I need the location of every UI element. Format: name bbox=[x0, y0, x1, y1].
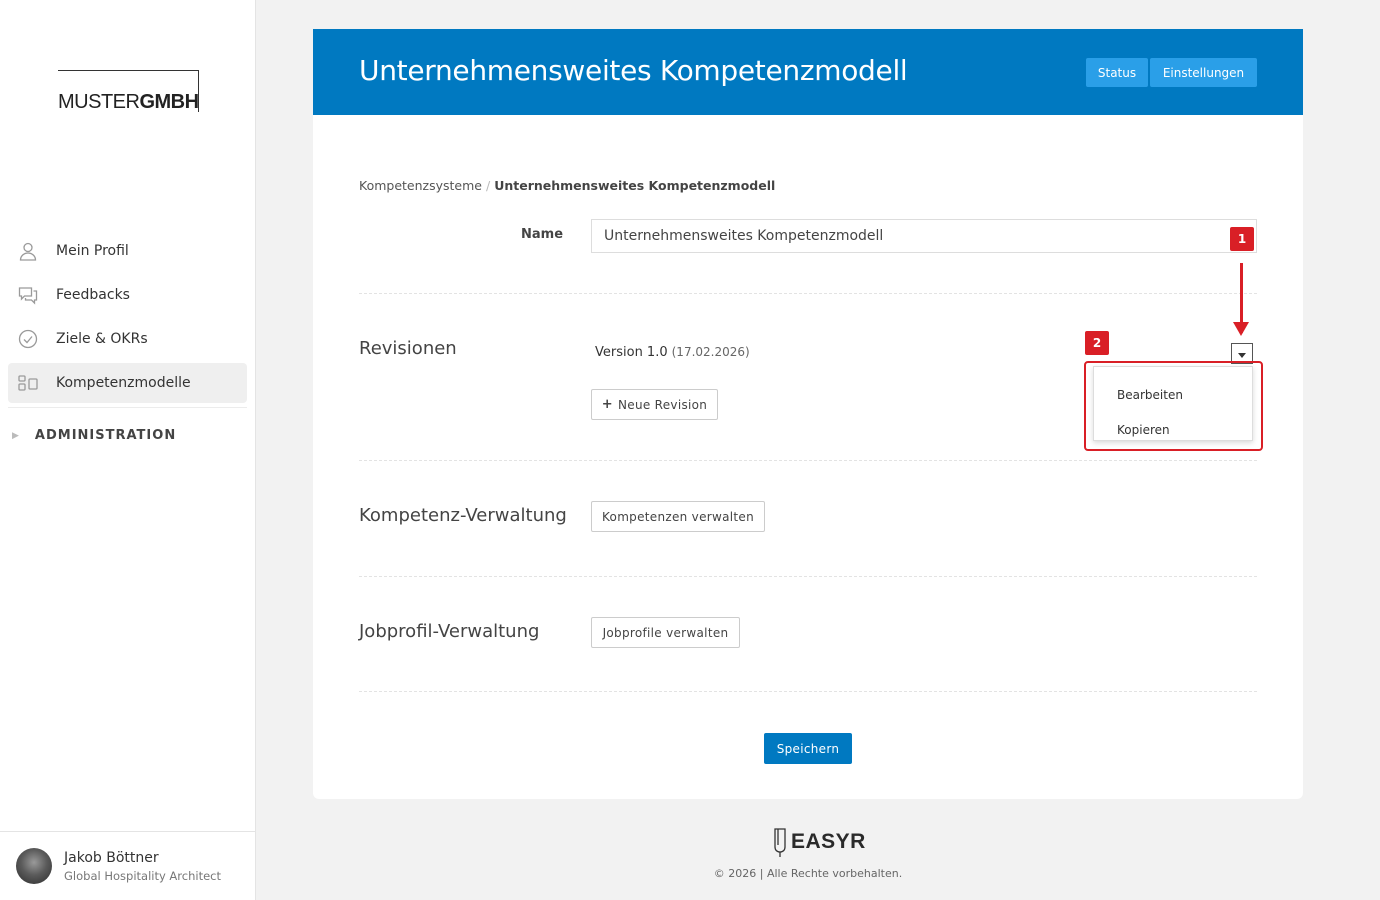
jobprofile-title: Jobprofil-Verwaltung bbox=[359, 621, 540, 642]
new-revision-label: Neue Revision bbox=[617, 397, 708, 412]
manage-competences-button[interactable]: Kompetenzen verwalten bbox=[591, 501, 765, 532]
new-revision-button[interactable]: + Neue Revision bbox=[591, 389, 718, 420]
manage-jobprofiles-button[interactable]: Jobprofile verwalten bbox=[591, 617, 740, 648]
logo-text-bold: GMBH bbox=[139, 91, 199, 113]
breadcrumb-current: Unternehmensweites Kompetenzmodell bbox=[494, 178, 776, 193]
sidebar-item-feedbacks[interactable]: Feedbacks bbox=[8, 275, 247, 315]
save-button[interactable]: Speichern bbox=[764, 733, 852, 764]
competence-model-icon bbox=[18, 375, 38, 391]
divider bbox=[359, 460, 1257, 461]
check-circle-icon bbox=[18, 329, 38, 349]
easyr-logo-icon bbox=[774, 828, 786, 857]
company-logo[interactable]: MUSTERGMBH bbox=[58, 70, 199, 113]
sidebar-item-label: Mein Profil bbox=[56, 243, 129, 259]
admin-label: ADMINISTRATION bbox=[34, 428, 177, 443]
main-card: Unternehmensweites Kompetenzmodell Statu… bbox=[313, 29, 1303, 799]
plus-icon: + bbox=[601, 397, 613, 412]
sidebar: MUSTERGMBH Mein Profil Feedbacks Ziele &… bbox=[0, 0, 256, 900]
footer-brand: EASYR bbox=[791, 830, 866, 853]
footer-logo: EASYR bbox=[772, 826, 866, 858]
name-field[interactable]: Unternehmensweites Kompetenzmodell bbox=[591, 219, 1257, 253]
sidebar-nav: Mein Profil Feedbacks Ziele & OKRs Kompe… bbox=[8, 231, 247, 408]
annotation-arrow-head bbox=[1233, 322, 1249, 336]
user-profile[interactable]: Jakob Böttner Global Hospitality Archite… bbox=[0, 831, 255, 900]
caret-down-icon bbox=[1238, 353, 1246, 358]
sidebar-item-kompetenzmodelle[interactable]: Kompetenzmodelle bbox=[8, 363, 247, 403]
page-header: Unternehmensweites Kompetenzmodell Statu… bbox=[313, 29, 1303, 115]
breadcrumb-separator: / bbox=[485, 178, 491, 193]
name-label: Name bbox=[521, 227, 564, 242]
divider bbox=[8, 407, 247, 408]
sidebar-item-label: Ziele & OKRs bbox=[56, 331, 148, 347]
sidebar-item-mein-profil[interactable]: Mein Profil bbox=[8, 231, 247, 271]
sidebar-item-ziele-okrs[interactable]: Ziele & OKRs bbox=[8, 319, 247, 359]
annotation-badge-2: 2 bbox=[1085, 331, 1109, 355]
chevron-right-icon: ▶ bbox=[12, 430, 20, 441]
sidebar-section-administration[interactable]: ▶ ADMINISTRATION bbox=[12, 428, 176, 443]
annotation-highlight bbox=[1084, 361, 1263, 451]
divider bbox=[359, 293, 1257, 294]
version-label: Version 1.0 bbox=[595, 345, 668, 360]
divider bbox=[359, 691, 1257, 692]
copyright-text: © 2026 | Alle Rechte vorbehalten. bbox=[713, 867, 903, 880]
version-date: (17.02.2026) bbox=[671, 345, 750, 359]
chat-bubbles-icon bbox=[18, 287, 38, 305]
sidebar-item-label: Kompetenzmodelle bbox=[56, 375, 191, 391]
logo-text-light: MUSTER bbox=[58, 91, 140, 113]
annotation-badge-1: 1 bbox=[1230, 227, 1254, 251]
revisions-title: Revisionen bbox=[359, 338, 457, 359]
user-name: Jakob Böttner bbox=[64, 850, 159, 866]
competence-title: Kompetenz-Verwaltung bbox=[359, 505, 567, 526]
sidebar-item-label: Feedbacks bbox=[56, 287, 130, 303]
page-title: Unternehmensweites Kompetenzmodell bbox=[359, 54, 908, 87]
breadcrumb: Kompetenzsysteme / Unternehmensweites Komp… bbox=[359, 178, 775, 193]
status-button[interactable]: Status bbox=[1086, 58, 1148, 87]
version-entry: Version 1.0 (17.02.2026) bbox=[595, 345, 750, 360]
user-icon bbox=[19, 242, 37, 261]
settings-button[interactable]: Einstellungen bbox=[1150, 58, 1257, 87]
breadcrumb-link[interactable]: Kompetenzsysteme bbox=[359, 178, 482, 193]
name-field-value: Unternehmensweites Kompetenzmodell bbox=[604, 228, 884, 244]
divider bbox=[359, 576, 1257, 577]
